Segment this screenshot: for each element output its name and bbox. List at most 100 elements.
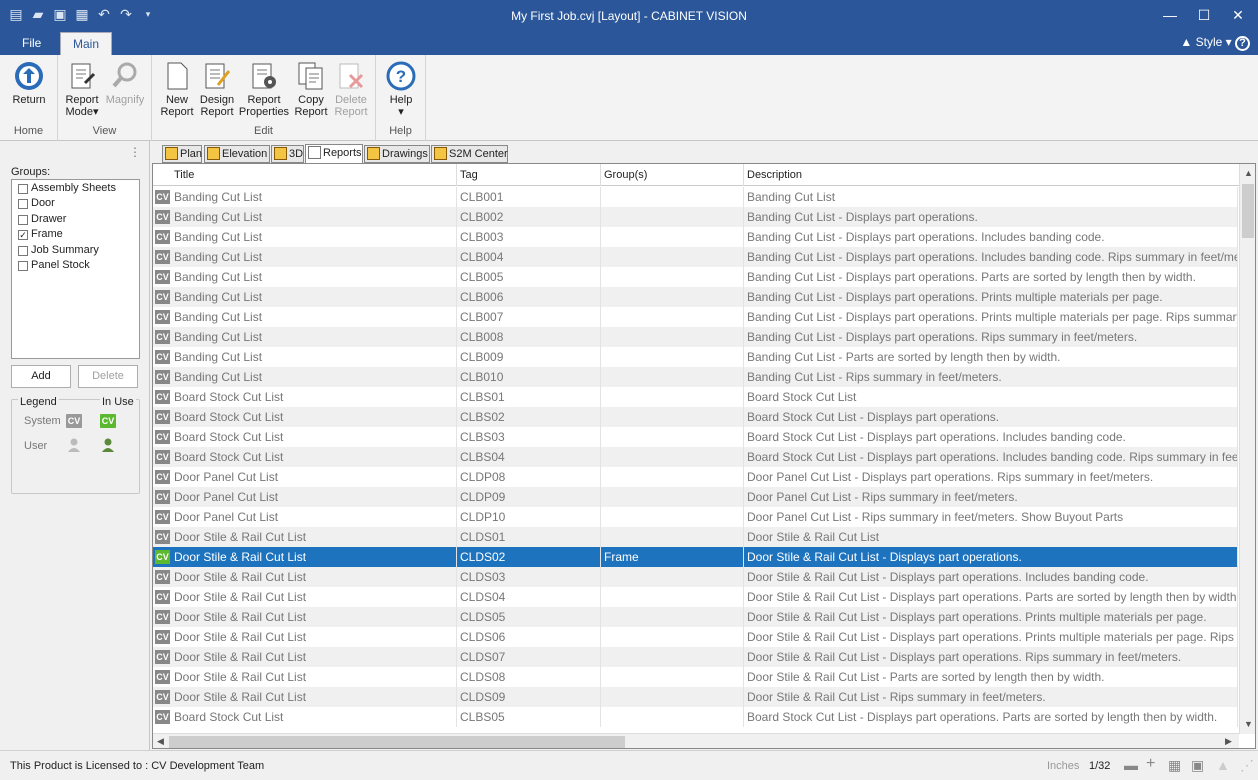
column-description[interactable]: Description [744,164,1238,186]
table-row[interactable]: CV Door Stile & Rail Cut List CLDS07 Door S… [153,647,1238,667]
design-report-button[interactable]: Design Report [194,59,240,118]
scroll-down-icon[interactable]: ▼ [1244,719,1253,729]
tab-3d[interactable]: 3D [271,145,304,163]
table-row[interactable]: CV Door Panel Cut List CLDP08 Door Panel Cu… [153,467,1238,487]
checkbox-icon[interactable] [18,260,28,271]
vertical-scroll-thumb[interactable] [1242,184,1254,238]
table-row[interactable]: CV Banding Cut List CLB003 Banding Cut List… [153,227,1238,247]
report-mode-label-2: Mode [65,106,93,118]
table-row[interactable]: CV Banding Cut List CLB004 Banding Cut List… [153,247,1238,267]
style-menu[interactable]: ▲ Style ▾ ? [1180,35,1250,51]
tab-reports[interactable]: Reports [305,144,363,164]
table-row[interactable]: CV Board Stock Cut List CLBS03 Board Stock … [153,427,1238,447]
tab-main[interactable]: Main [60,32,113,55]
scroll-right-icon[interactable]: ▶ [1225,736,1232,747]
add-group-button[interactable]: Add [11,365,71,388]
delete-report-label-1: Delete [335,94,367,106]
return-button[interactable]: Return [6,59,52,106]
panel-grip-icon[interactable]: ⋮ [129,145,141,159]
delete-group-button[interactable]: Delete [78,365,138,388]
horizontal-scroll-thumb[interactable] [169,736,625,748]
cv-system-icon: CV [155,670,170,684]
group-item[interactable]: ✓ Frame [12,227,139,242]
horizontal-scrollbar[interactable]: ◀ ▶ [153,733,1239,748]
table-row[interactable]: CV Board Stock Cut List CLBS04 Board Stock … [153,447,1238,467]
column-tag[interactable]: Tag [457,164,601,186]
table-row[interactable]: CV Door Stile & Rail Cut List CLDS09 Door S… [153,687,1238,707]
close-button[interactable]: ✕ [1218,0,1258,30]
triangle-icon[interactable]: ▲ [1216,757,1230,773]
group-item[interactable]: Assembly Sheets [12,181,139,196]
cell-tag: CLDP09 [457,487,601,507]
tab-file[interactable]: File [10,32,53,55]
table-row[interactable]: CV Banding Cut List CLB008 Banding Cut List… [153,327,1238,347]
tab-elevation[interactable]: Elevation [204,145,270,163]
tab-plan[interactable]: Plan [162,145,202,163]
scroll-up-icon[interactable]: ▲ [1244,168,1253,178]
cell-group [601,327,744,347]
cell-tag: CLBS02 [457,407,601,427]
report-mode-button[interactable]: Report Mode▾ [59,59,105,118]
table-row[interactable]: CV Banding Cut List CLB006 Banding Cut List… [153,287,1238,307]
group-item-label: Assembly Sheets [31,182,116,194]
table-row[interactable]: CV Door Stile & Rail Cut List CLDS04 Door S… [153,587,1238,607]
group-item[interactable]: Job Summary [12,243,139,258]
table-row[interactable]: CV Banding Cut List CLB007 Banding Cut List… [153,307,1238,327]
help-button[interactable]: ? Help ▾ [378,59,424,118]
cv-system-icon: CV [155,530,170,544]
checkbox-icon[interactable] [18,214,28,225]
cell-group [601,587,744,607]
crosshair-icon[interactable]: + [1146,755,1155,773]
table-row[interactable]: CV Banding Cut List CLB005 Banding Cut List… [153,267,1238,287]
table-row[interactable]: CV Door Panel Cut List CLDP09 Door Panel Cu… [153,487,1238,507]
vertical-scrollbar[interactable]: ▲ ▼ [1239,164,1255,734]
table-row[interactable]: CV Banding Cut List CLB010 Banding Cut List… [153,367,1238,387]
column-title[interactable]: Title [171,164,457,186]
groups-panel: ⋮ Groups: Assembly Sheets Door Drawer ✓ Fram… [0,141,150,750]
table-row-selected[interactable]: CV Door Stile & Rail Cut List CLDS02 Frame D… [153,547,1238,567]
checkbox-icon[interactable] [18,199,28,210]
tab-drawings[interactable]: Drawings [364,145,430,163]
snap-icon[interactable]: ▬ [1124,757,1138,773]
layout-icon[interactable]: ▣ [1191,757,1204,774]
cell-group [601,427,744,447]
table-row[interactable]: CV Banding Cut List CLB002 Banding Cut List… [153,207,1238,227]
delete-report-button[interactable]: Delete Report [328,59,374,118]
table-row[interactable]: CV Door Stile & Rail Cut List CLDS03 Door S… [153,567,1238,587]
table-row[interactable]: CV Board Stock Cut List CLBS02 Board Stock … [153,407,1238,427]
report-properties-button[interactable]: Report Properties [238,59,290,118]
group-item[interactable]: Panel Stock [12,258,139,273]
table-row[interactable]: CV Door Stile & Rail Cut List CLDS06 Door S… [153,627,1238,647]
cv-system-icon: CV [155,230,170,244]
cell-title: Door Stile & Rail Cut List [171,527,457,547]
groups-label: Groups: [11,166,51,178]
table-row[interactable]: CV Door Panel Cut List CLDP10 Door Panel Cu… [153,507,1238,527]
magnify-button[interactable]: Magnify [102,59,148,106]
checkbox-checked-icon[interactable]: ✓ [18,230,28,241]
table-row[interactable]: CV Board Stock Cut List CLBS01 Board Stock … [153,387,1238,407]
checkbox-icon[interactable] [18,245,28,256]
table-row[interactable]: CV Banding Cut List CLB009 Banding Cut List… [153,347,1238,367]
cell-desc: Door Stile & Rail Cut List - Parts are s… [744,667,1238,687]
table-row[interactable]: CV Door Stile & Rail Cut List CLDS08 Door S… [153,667,1238,687]
cell-desc: Banding Cut List - Displays part operati… [744,247,1238,267]
table-row[interactable]: CV Door Stile & Rail Cut List CLDS01 Door S… [153,527,1238,547]
help-circle-icon[interactable]: ? [1235,36,1250,51]
group-item[interactable]: Door [12,196,139,211]
cell-group [601,627,744,647]
column-groups[interactable]: Group(s) [601,164,744,186]
tab-s2m-center[interactable]: S2M Center [431,145,508,163]
table-row[interactable]: CV Board Stock Cut List CLBS05 Board Stock … [153,707,1238,727]
scale-label[interactable]: 1/32 [1089,760,1110,772]
table-row[interactable]: CV Banding Cut List CLB001 Banding Cut List [153,187,1238,207]
cv-system-icon: CV [155,490,170,504]
units-label[interactable]: Inches [1047,760,1079,772]
cell-group [601,607,744,627]
checkbox-icon[interactable] [18,184,28,194]
cv-system-icon: CV [155,710,170,724]
table-row[interactable]: CV Door Stile & Rail Cut List CLDS05 Door S… [153,607,1238,627]
group-item[interactable]: Drawer [12,212,139,227]
scroll-left-icon[interactable]: ◀ [157,736,164,747]
grid-icon[interactable]: ▦ [1168,757,1181,774]
new-report-label-1: New [165,94,188,106]
